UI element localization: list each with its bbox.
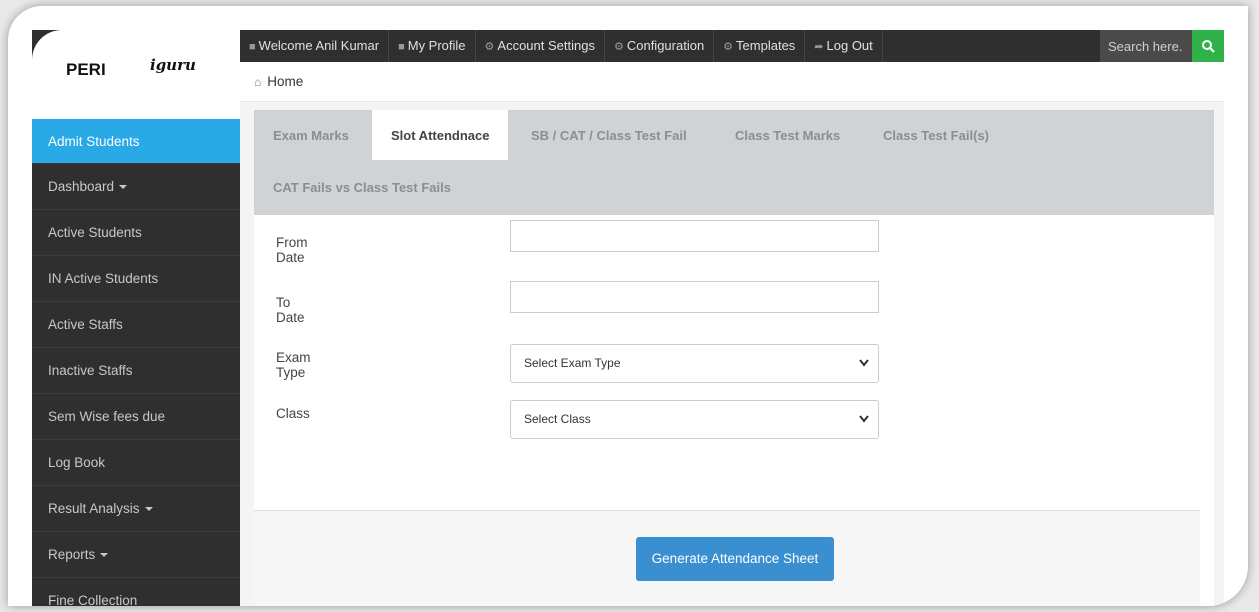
breadcrumb-home[interactable]: Home	[267, 74, 303, 89]
class-label: Class	[276, 406, 310, 421]
sidebar-item-label: Active Staffs	[48, 317, 123, 332]
nav-log-out[interactable]: ➦ Log Out	[805, 30, 883, 62]
generate-attendance-sheet-button[interactable]: Generate Attendance Sheet	[636, 537, 834, 581]
sidebar-item-fine-collection[interactable]: Fine Collection	[32, 578, 240, 606]
search-button[interactable]	[1192, 30, 1224, 62]
nav-templates-label: Templates	[736, 38, 796, 53]
tab-class-test-fails[interactable]: Class Test Fail(s)	[864, 110, 1008, 160]
user-icon: ■	[398, 41, 405, 53]
search-input[interactable]	[1100, 30, 1192, 62]
app-frame: PERI iguru Admit Students Dashboard Acti…	[8, 6, 1248, 606]
nav-configuration[interactable]: ⚙ Configuration	[605, 30, 715, 62]
nav-my-profile[interactable]: ■ My Profile	[389, 30, 476, 62]
exam-type-select[interactable]: Select Exam Type	[510, 344, 879, 383]
nav-account-settings[interactable]: ⚙ Account Settings	[476, 30, 605, 62]
report-panel: Exam Marks Slot Attendnace SB / CAT / Cl…	[254, 110, 1214, 606]
share-arrow-icon: ➦	[814, 41, 824, 53]
sidebar-item-label: Log Book	[48, 455, 106, 470]
sidebar-item-label: Admit Students	[48, 134, 140, 149]
to-date-field[interactable]	[510, 281, 879, 313]
sidebar-item-label: Active Students	[48, 225, 142, 240]
sidebar-item-sem-wise-fees-due[interactable]: Sem Wise fees due	[32, 394, 240, 440]
nav-configuration-label: Configuration	[626, 38, 705, 53]
caret-down-icon	[100, 553, 109, 558]
caret-down-icon	[144, 507, 153, 512]
nav-welcome-label: Welcome Anil Kumar	[258, 38, 380, 53]
tab-slot-attendance[interactable]: Slot Attendnace	[372, 110, 509, 160]
sidebar-item-label: Reports	[48, 547, 96, 562]
sidebar-item-log-book[interactable]: Log Book	[32, 440, 240, 486]
logo-brand: PERI	[66, 60, 106, 79]
sidebar-item-label: Result Analysis	[48, 501, 140, 516]
form-footer: Generate Attendance Sheet	[254, 510, 1200, 606]
exam-type-selected: Select Exam Type	[524, 356, 621, 370]
nav-log-out-label: Log Out	[826, 38, 873, 53]
search-box	[1100, 30, 1224, 62]
top-navbar: ■ Welcome Anil Kumar ■ My Profile ⚙ Account…	[240, 30, 1224, 62]
home-icon: ⌂	[254, 75, 262, 89]
sidebar: PERI iguru Admit Students Dashboard Acti…	[32, 30, 240, 606]
sidebar-item-reports[interactable]: Reports	[32, 532, 240, 578]
class-select[interactable]: Select Class	[510, 400, 879, 439]
sidebar-item-label: Fine Collection	[48, 593, 138, 606]
sidebar-item-label: Inactive Staffs	[48, 363, 133, 378]
breadcrumb: ⌂ Home	[240, 62, 1224, 102]
sidebar-item-inactive-students[interactable]: IN Active Students	[32, 256, 240, 302]
nav-welcome[interactable]: ■ Welcome Anil Kumar	[240, 30, 390, 62]
tab-bar: Exam Marks Slot Attendnace SB / CAT / Cl…	[254, 110, 1214, 215]
gear-icon: ⚙	[484, 41, 495, 53]
sidebar-item-label: IN Active Students	[48, 271, 159, 286]
sidebar-item-active-students[interactable]: Active Students	[32, 210, 240, 256]
nav-my-profile-label: My Profile	[407, 38, 466, 53]
from-date-field[interactable]	[510, 220, 879, 252]
gear-icon: ⚙	[613, 41, 624, 53]
main-content: Exam Marks Slot Attendnace SB / CAT / Cl…	[240, 102, 1224, 606]
tab-class-test-marks[interactable]: Class Test Marks	[716, 110, 859, 160]
logo[interactable]: PERI iguru	[32, 30, 240, 119]
caret-down-icon	[119, 185, 128, 190]
nav-account-settings-label: Account Settings	[497, 38, 595, 53]
sidebar-item-inactive-staffs[interactable]: Inactive Staffs	[32, 348, 240, 394]
from-date-label: From Date	[276, 235, 308, 265]
tab-exam-marks[interactable]: Exam Marks	[254, 110, 368, 160]
class-selected: Select Class	[524, 412, 591, 426]
sidebar-item-dashboard[interactable]: Dashboard	[32, 164, 240, 210]
sidebar-item-admit-students[interactable]: Admit Students	[32, 119, 240, 164]
sidebar-item-active-staffs[interactable]: Active Staffs	[32, 302, 240, 348]
sidebar-item-label: Dashboard	[48, 179, 115, 194]
exam-type-label: Exam Type	[276, 350, 311, 380]
sidebar-item-result-analysis[interactable]: Result Analysis	[32, 486, 240, 532]
tab-sb-cat-class-test-fail[interactable]: SB / CAT / Class Test Fail	[512, 110, 706, 160]
logo-product: iguru	[150, 56, 196, 74]
user-icon: ■	[249, 41, 256, 53]
to-date-label: To Date	[276, 295, 305, 325]
chevron-down-icon	[859, 359, 869, 367]
sidebar-item-label: Sem Wise fees due	[48, 409, 166, 424]
tab-cat-fails-vs-class-test-fails[interactable]: CAT Fails vs Class Test Fails	[254, 162, 470, 212]
gear-icon: ⚙	[723, 41, 734, 53]
app-window: PERI iguru Admit Students Dashboard Acti…	[32, 30, 1224, 606]
nav-templates[interactable]: ⚙ Templates	[714, 30, 806, 62]
search-icon	[1202, 40, 1215, 53]
chevron-down-icon	[859, 415, 869, 423]
